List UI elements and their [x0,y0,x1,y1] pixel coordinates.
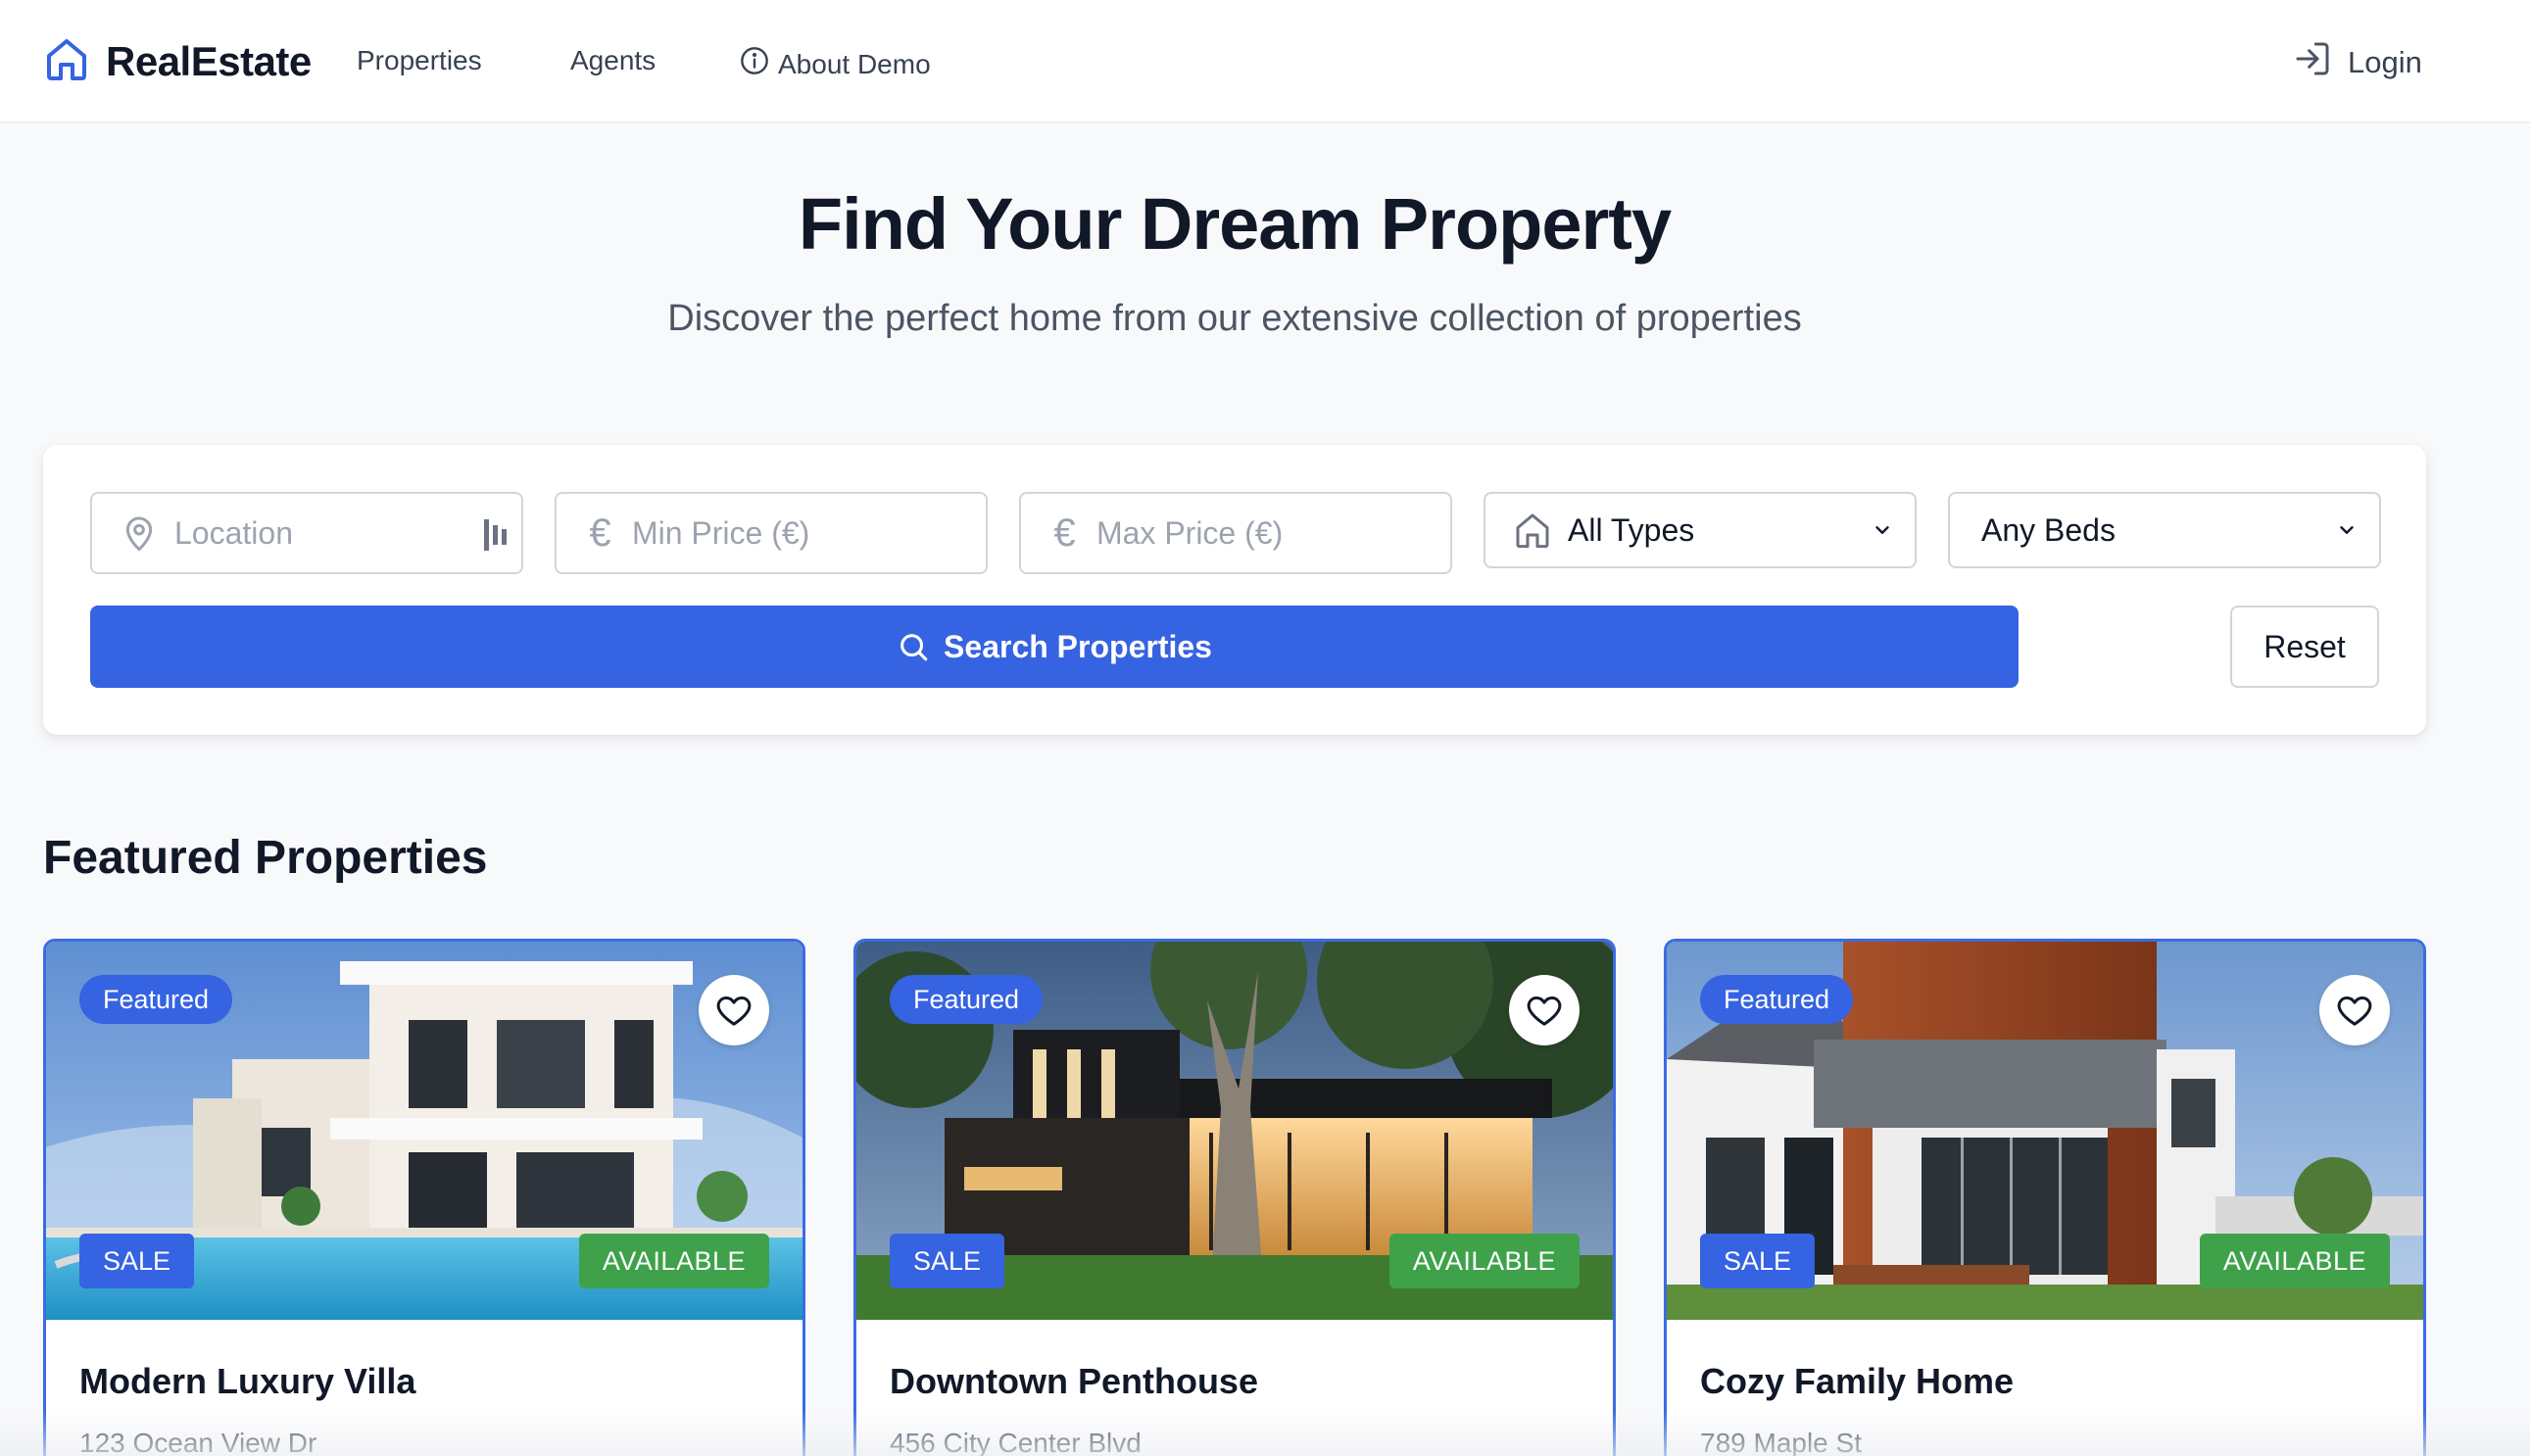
brand-name: RealEstate [106,37,312,84]
search-panel: € € All Types Any Beds Search Properties… [43,445,2426,735]
heart-icon [2337,996,2372,1026]
page-subtitle: Discover the perfect home from our exten… [667,298,1802,339]
featured-badge: Featured [1700,975,1854,1024]
euro-icon: € [1053,510,1076,555]
search-properties-button[interactable]: Search Properties [90,606,2019,688]
chevron-down-icon [2340,526,2354,534]
property-address: 123 Ocean View Dr [79,1428,317,1456]
property-card[interactable]: Featured SALE AVAILABLE Downtown Penthou… [853,939,1616,1456]
chevron-down-icon [1875,526,1889,534]
favorite-button[interactable] [1509,975,1580,1045]
heart-icon [1527,996,1562,1026]
nav-link-properties[interactable]: Properties [357,45,482,76]
heart-icon [716,996,752,1026]
listing-type-badge: SALE [79,1234,195,1288]
reset-button[interactable]: Reset [2230,606,2379,688]
listing-type-badge: SALE [890,1234,1005,1288]
status-badge: AVAILABLE [1388,1234,1580,1288]
property-address: 789 Maple St [1700,1428,1862,1456]
property-card[interactable]: Featured SALE AVAILABLE Cozy Family Home… [1664,939,2426,1456]
login-icon [2293,39,2348,86]
location-input[interactable] [174,494,521,572]
nav-link-about-demo[interactable]: About Demo [739,45,931,83]
status-badge: AVAILABLE [2199,1234,2390,1288]
top-navbar: RealEstate Properties Agents About Demo … [0,0,2530,123]
page-title: Find Your Dream Property [798,183,1672,265]
property-title[interactable]: Cozy Family Home [1700,1361,2014,1402]
favorite-button[interactable] [2319,975,2390,1045]
info-icon [739,45,778,83]
min-price-field[interactable]: € [555,492,988,574]
featured-section-title: Featured Properties [43,832,488,884]
property-type-value: All Types [1568,511,1695,548]
property-title[interactable]: Modern Luxury Villa [79,1361,415,1402]
location-field[interactable] [90,492,523,574]
nav-link-agents[interactable]: Agents [570,45,656,76]
nav-link-label: About Demo [778,48,931,79]
map-pin-icon [120,513,159,553]
beds-value: Any Beds [1981,511,2116,548]
property-address: 456 City Center Blvd [890,1428,1142,1456]
search-button-label: Search Properties [944,628,1212,664]
search-icon [900,634,928,661]
min-price-input[interactable] [631,494,986,572]
autofill-icon[interactable] [484,519,510,551]
house-icon [1513,510,1552,550]
listing-type-badge: SALE [1700,1234,1816,1288]
max-price-field[interactable]: € [1019,492,1452,574]
featured-badge: Featured [79,975,233,1024]
favorite-button[interactable] [699,975,769,1045]
property-title[interactable]: Downtown Penthouse [890,1361,1258,1402]
property-type-select[interactable]: All Types [1484,492,1917,568]
property-card[interactable]: Featured SALE AVAILABLE Modern Luxury Vi… [43,939,805,1456]
status-badge: AVAILABLE [578,1234,769,1288]
house-icon [43,33,90,89]
beds-select[interactable]: Any Beds [1948,492,2381,568]
featured-badge: Featured [890,975,1044,1024]
login-button[interactable]: Login [2293,39,2422,86]
brand-logo[interactable]: RealEstate [43,33,312,89]
login-label: Login [2348,45,2422,79]
euro-icon: € [589,510,611,555]
max-price-input[interactable] [1095,494,1450,572]
